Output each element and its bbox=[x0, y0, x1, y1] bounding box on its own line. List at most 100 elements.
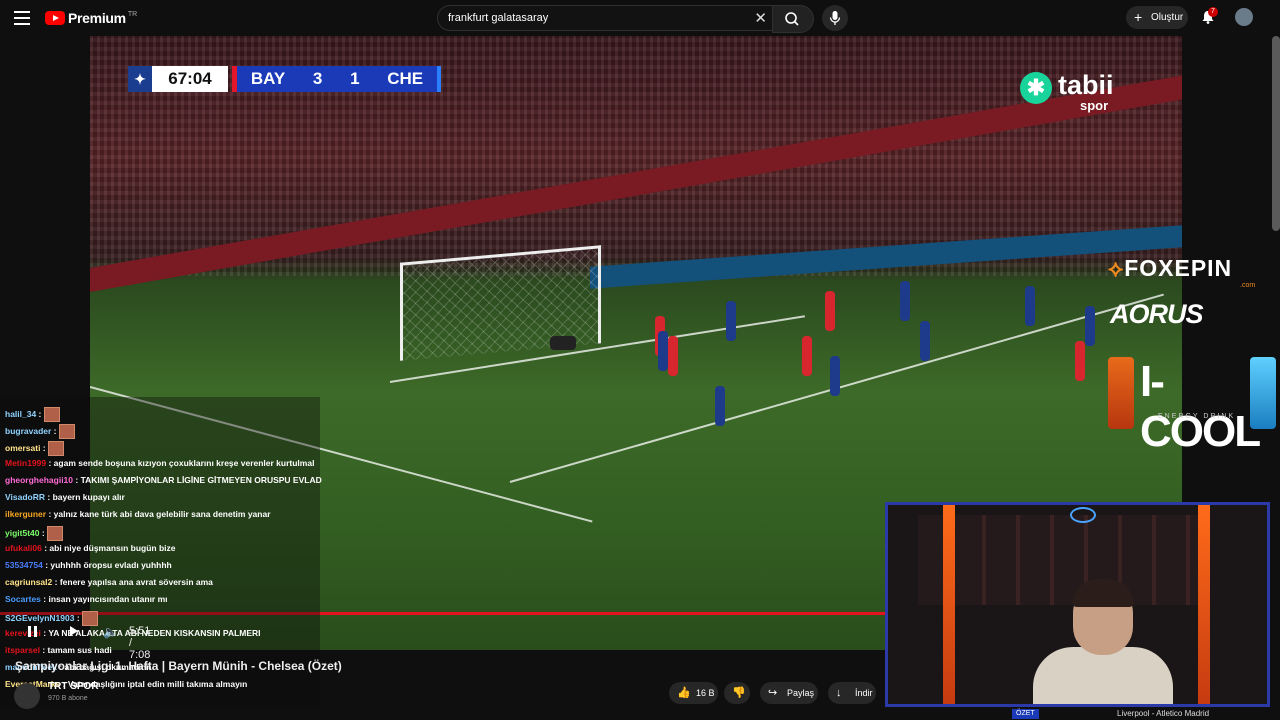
dislike-button[interactable]: 👎 bbox=[724, 682, 750, 704]
search-button[interactable] bbox=[772, 5, 814, 33]
up-next-strip[interactable]: ÖZET Liverpool - Atletico Madrid bbox=[1010, 708, 1280, 720]
chat-message: 53534754 : yuhhhh öropsu evladı yuhhhh bbox=[5, 560, 172, 570]
subscriber-count: 970 B abone bbox=[48, 695, 88, 702]
energy-can-orange bbox=[1108, 357, 1134, 429]
download-label: İndir bbox=[855, 688, 873, 698]
player bbox=[726, 301, 736, 341]
led-light-bar bbox=[1198, 505, 1210, 704]
foxepin-domain: .com bbox=[1240, 282, 1256, 289]
chat-username[interactable]: 53534754 bbox=[5, 560, 43, 570]
player bbox=[920, 321, 930, 361]
away-score: 1 bbox=[350, 69, 360, 88]
chat-username[interactable]: ufukali06 bbox=[5, 543, 42, 553]
player bbox=[825, 291, 835, 331]
time-display: 5:51 / 7:08 bbox=[129, 625, 151, 661]
youtube-logo[interactable]: Premium TR bbox=[45, 10, 137, 26]
youtube-play-icon bbox=[45, 11, 65, 25]
chat-username[interactable]: ilkerguner bbox=[5, 509, 46, 519]
chat-message: halil_34 : bbox=[5, 407, 60, 422]
create-button[interactable]: + Oluştur bbox=[1126, 6, 1188, 29]
chat-text: abi niye düşmansın bugün bize bbox=[49, 543, 176, 553]
notification-badge: 7 bbox=[1208, 7, 1218, 17]
scorebug: ✦ 67:04 BAY 3 1 CHE bbox=[128, 66, 441, 92]
chat-message: ilkerguner : yalnız kane türk abi dava g… bbox=[5, 509, 271, 519]
chat-username[interactable]: omersati bbox=[5, 443, 40, 453]
home-team: BAY bbox=[250, 69, 286, 88]
chat-username[interactable]: bugravader bbox=[5, 426, 51, 436]
player bbox=[668, 336, 678, 376]
share-label: Paylaş bbox=[787, 688, 815, 698]
like-button[interactable]: 👍 16 B bbox=[669, 682, 718, 704]
channel-avatar[interactable] bbox=[14, 683, 40, 709]
chat-username[interactable]: gheorghehagii10 bbox=[5, 475, 73, 485]
goalkeeper bbox=[550, 336, 576, 350]
chat-username[interactable]: VisadoRR bbox=[5, 492, 45, 502]
menu-icon[interactable] bbox=[14, 11, 30, 25]
tabii-star-icon: ✱ bbox=[1020, 72, 1052, 104]
player bbox=[658, 331, 668, 371]
chat-separator: : bbox=[40, 442, 48, 453]
streamer-logo-icon bbox=[1070, 507, 1096, 523]
chat-username[interactable]: Metin1999 bbox=[5, 458, 46, 468]
chat-text: agam sende boşuna kızıyon çoxuklarını kr… bbox=[53, 458, 315, 468]
chat-message: omersati : bbox=[5, 441, 64, 456]
chat-username[interactable]: itsparsel bbox=[5, 645, 40, 655]
share-button[interactable]: ↪ Paylaş bbox=[760, 682, 818, 704]
chat-emote-icon bbox=[48, 441, 64, 456]
chat-separator: : bbox=[51, 425, 59, 436]
chat-username[interactable]: Socartes bbox=[5, 594, 41, 604]
led-light-bar bbox=[943, 505, 955, 704]
chat-text: insan yayıncısından utanır mı bbox=[48, 594, 168, 604]
search-input[interactable]: frankfurt galatasaray ✕ bbox=[437, 5, 774, 31]
thumbs-up-icon: 👍 bbox=[677, 687, 691, 699]
chat-username[interactable]: cagriunsal2 bbox=[5, 577, 52, 587]
channel-name[interactable]: TRT SPOR bbox=[48, 681, 99, 692]
score-panel: BAY 3 1 CHE bbox=[232, 66, 441, 92]
chat-message: S2GEvelynN1903 : bbox=[5, 611, 99, 626]
player bbox=[1075, 341, 1085, 381]
chat-username[interactable]: S2GEvelynN1903 bbox=[5, 613, 74, 623]
chat-emote-icon bbox=[47, 526, 64, 541]
download-button[interactable]: ↓ İndir bbox=[828, 682, 876, 704]
chat-separator: : bbox=[45, 492, 53, 502]
aorus-logo: AORUS bbox=[1110, 299, 1204, 329]
champions-league-icon: ✦ bbox=[128, 66, 152, 92]
chat-separator: : bbox=[46, 458, 54, 468]
microphone-icon bbox=[829, 11, 841, 25]
next-icon[interactable] bbox=[70, 626, 78, 636]
chat-separator: : bbox=[39, 527, 48, 538]
icool-tagline: ENERGY DRINK bbox=[1158, 413, 1236, 420]
plus-icon: + bbox=[1134, 9, 1143, 25]
broadcaster-sub: spor bbox=[1080, 98, 1109, 113]
chat-message: gheorghehagii10 : TAKIMI ŞAMPİYONLAR LİG… bbox=[5, 475, 322, 485]
player bbox=[802, 336, 812, 376]
thumbs-down-icon: 👎 bbox=[732, 687, 746, 699]
pause-icon[interactable] bbox=[28, 626, 40, 637]
volume-icon[interactable]: 🔈 bbox=[103, 625, 118, 639]
chat-text: yuhhhh öropsu evladı yuhhhh bbox=[50, 560, 172, 570]
voice-search-button[interactable] bbox=[822, 5, 848, 31]
clear-icon[interactable]: ✕ bbox=[754, 9, 767, 27]
like-count: 16 B bbox=[696, 688, 715, 698]
webcam-overlay bbox=[885, 502, 1270, 707]
foxepin-text: FOXEPIN bbox=[1124, 255, 1233, 281]
chat-message: EverestMarks : Vatandaşlığını iptal edin… bbox=[5, 679, 247, 689]
create-label: Oluştur bbox=[1151, 12, 1184, 23]
chat-separator: : bbox=[52, 577, 60, 587]
chat-emote-icon bbox=[43, 407, 60, 422]
logo-text: Premium bbox=[68, 10, 126, 26]
chat-separator: : bbox=[36, 408, 44, 419]
chat-separator: : bbox=[39, 645, 48, 655]
chat-username[interactable]: halil_34 bbox=[5, 409, 36, 419]
scrollbar[interactable] bbox=[1272, 36, 1280, 231]
up-next-title[interactable]: Liverpool - Atletico Madrid bbox=[1117, 709, 1209, 718]
chat-emote-icon bbox=[82, 611, 99, 626]
chat-message: VisadoRR : bayern kupayı alır bbox=[5, 492, 125, 502]
player bbox=[830, 356, 840, 396]
away-team: CHE bbox=[387, 69, 424, 88]
download-icon: ↓ bbox=[836, 687, 842, 699]
streamer bbox=[1033, 579, 1173, 704]
account-avatar[interactable] bbox=[1235, 8, 1253, 26]
chat-username[interactable]: yigit5t40 bbox=[5, 528, 40, 538]
chat-message: bugravader : bbox=[5, 424, 75, 439]
